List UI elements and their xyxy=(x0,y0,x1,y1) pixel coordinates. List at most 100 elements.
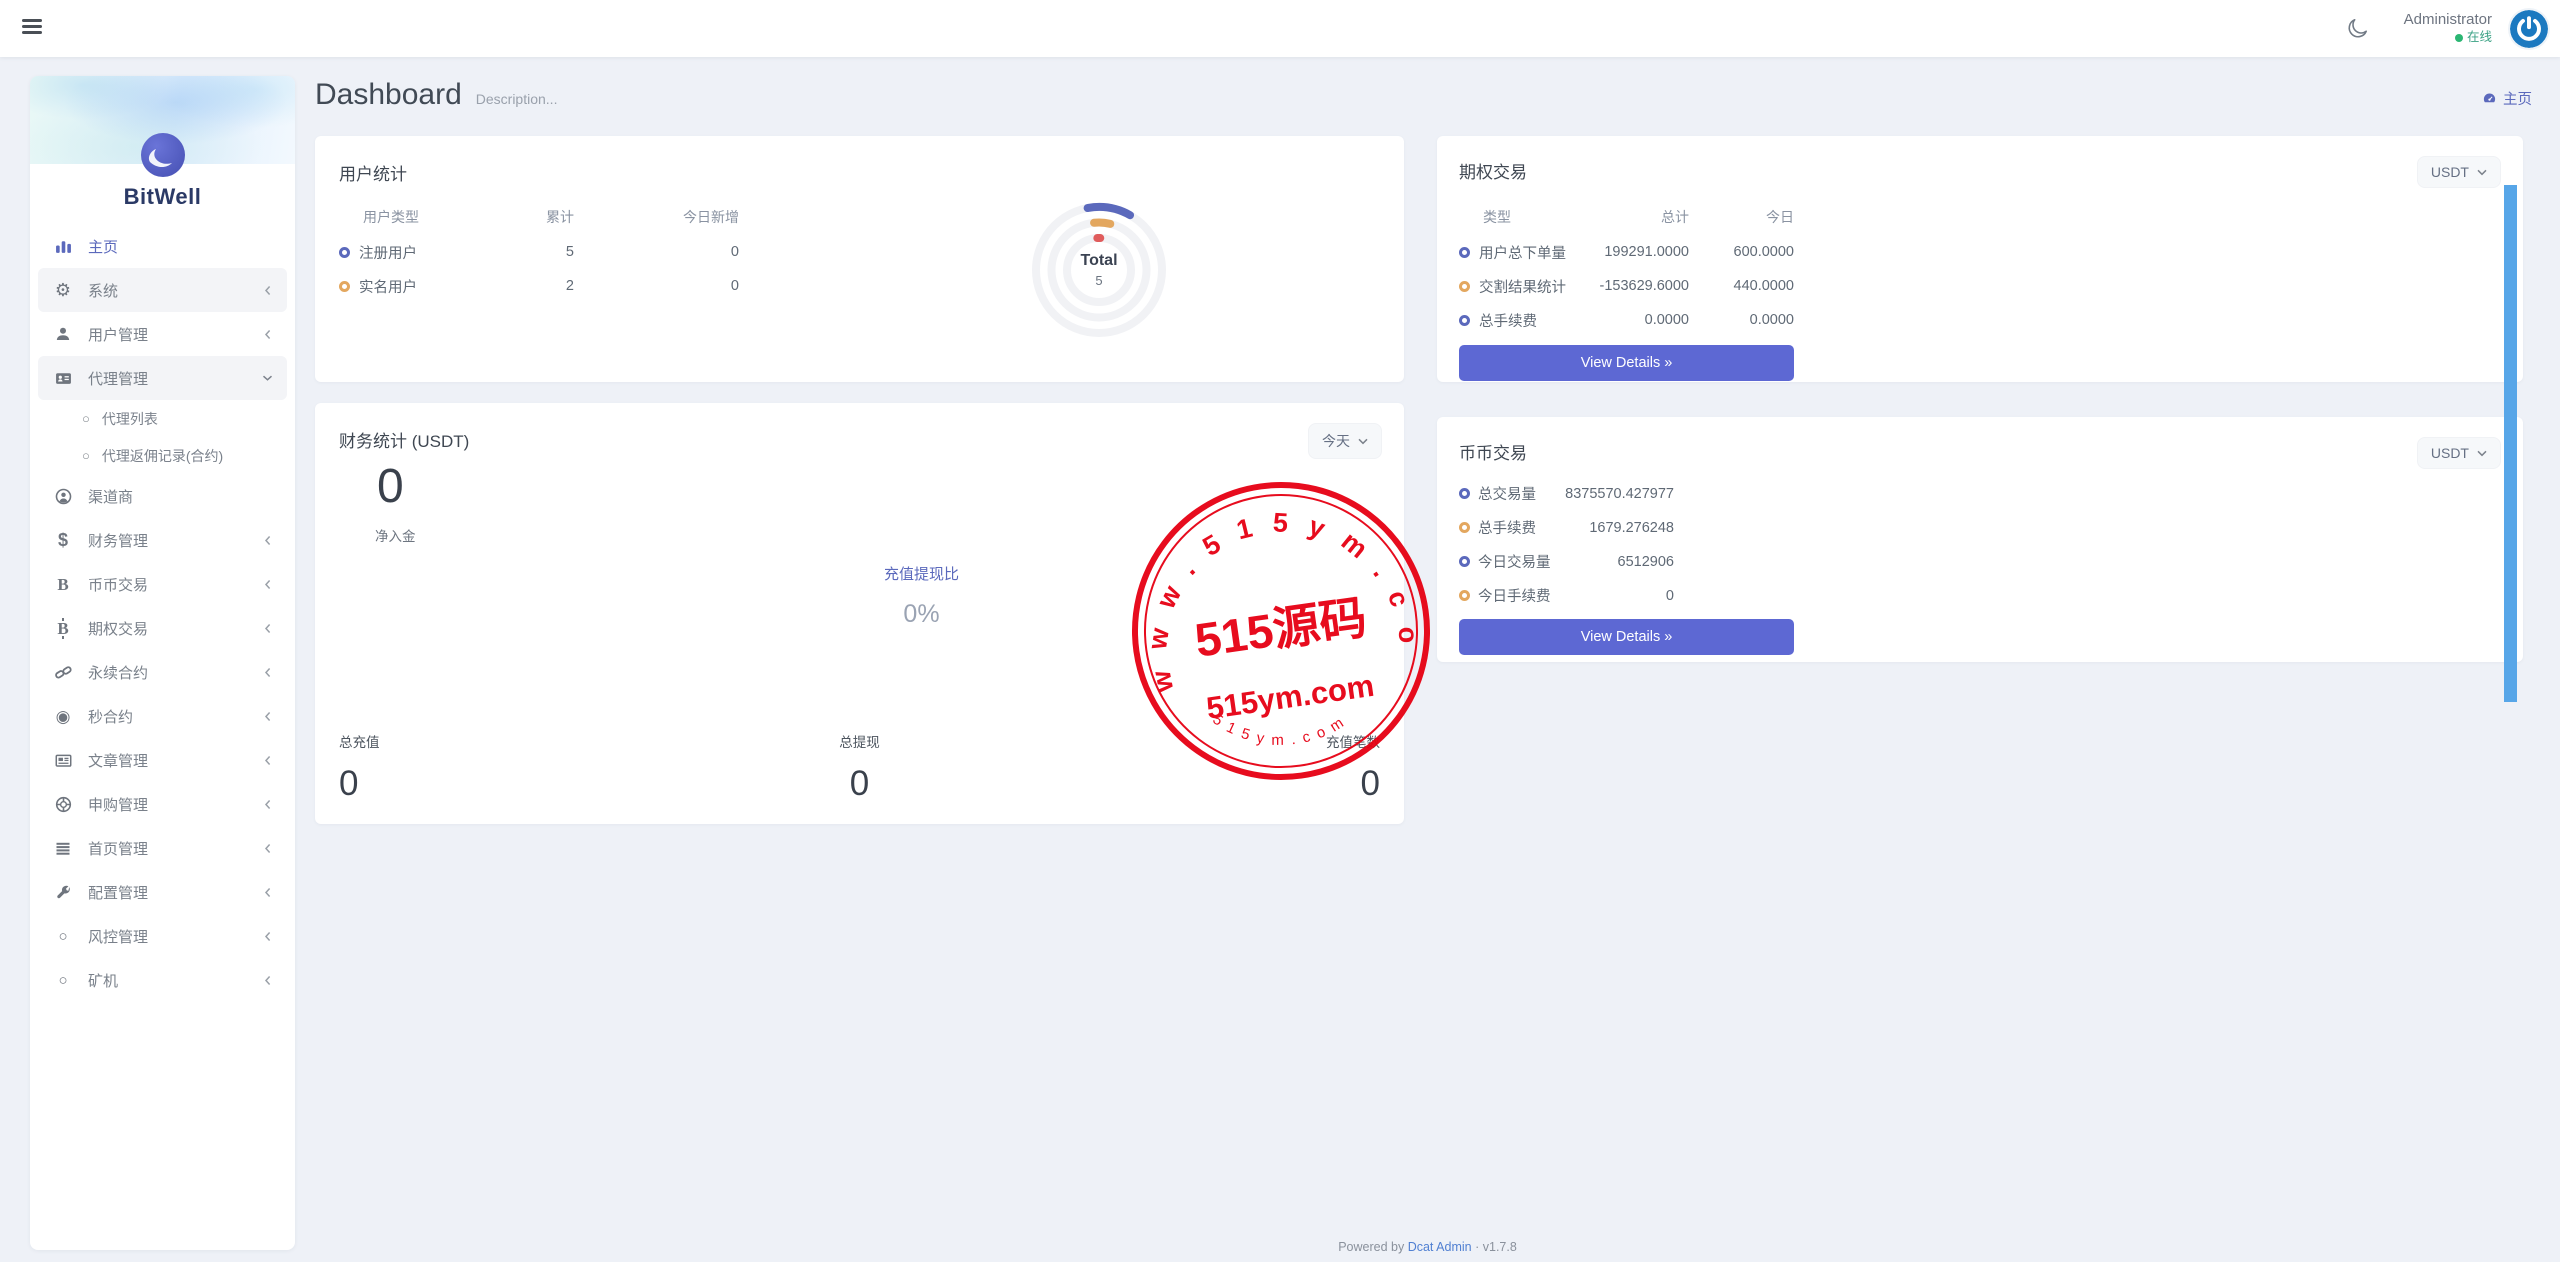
hamburger-menu-icon[interactable] xyxy=(22,19,42,37)
sidebar-item-label: 配置管理 xyxy=(88,882,249,903)
sidebar-subitem-label: 代理返佣记录(合约) xyxy=(102,446,223,466)
sidebar-item-11[interactable]: 申购管理 xyxy=(38,782,287,826)
sidebar-item-14[interactable]: ○风控管理 xyxy=(38,914,287,958)
sidebar-item-label: 用户管理 xyxy=(88,324,249,345)
row-total: 5 xyxy=(459,244,574,260)
chevron-down-icon xyxy=(262,373,273,383)
chevron-left-icon xyxy=(263,711,273,722)
option-trade-title: 期权交易 xyxy=(1459,158,2501,183)
footer: Powered by Dcat Admin · v1.7.8 xyxy=(295,1240,2560,1254)
ratio-label: 充值提现比 xyxy=(377,563,1466,584)
stat-value: 0 xyxy=(339,764,686,804)
option-currency-select[interactable]: USDT xyxy=(2417,156,2501,188)
sidebar-item-8[interactable]: 永续合约 xyxy=(38,650,287,694)
chevron-left-icon xyxy=(263,329,273,340)
donut-total-value: 5 xyxy=(1095,273,1102,288)
coin-view-details-button[interactable]: View Details » xyxy=(1459,619,1794,655)
sidebar-item-3[interactable]: 代理管理 xyxy=(38,356,287,400)
row-value: 1679.276248 xyxy=(1536,520,1674,536)
coin-currency-select[interactable]: USDT xyxy=(2417,437,2501,469)
online-status-label: 在线 xyxy=(2467,30,2492,46)
chevron-left-icon xyxy=(263,931,273,942)
footer-dcat-link[interactable]: Dcat Admin xyxy=(1408,1240,1472,1254)
ratio-value: 0% xyxy=(377,600,1466,629)
page-title: Dashboard xyxy=(315,78,462,112)
marker-circle-icon xyxy=(1459,488,1470,499)
sidebar-item-label: 文章管理 xyxy=(88,750,249,771)
page-header: Dashboard Description... xyxy=(315,78,557,112)
scrollbar-thumb[interactable] xyxy=(2504,185,2517,702)
net-deposit-value: 0 xyxy=(377,459,404,514)
sidebar-item-10[interactable]: 文章管理 xyxy=(38,738,287,782)
chart-bar-icon xyxy=(52,237,74,255)
sidebar-item-5[interactable]: $财务管理 xyxy=(38,518,287,562)
dark-mode-moon-icon[interactable] xyxy=(2346,16,2372,42)
sidebar-item-7[interactable]: B期权交易 xyxy=(38,606,287,650)
sidebar-item-0[interactable]: 主页 xyxy=(38,224,287,268)
row-value: 0 xyxy=(1551,588,1675,604)
page-description: Description... xyxy=(476,91,558,107)
option-trade-row-2: 总手续费0.00000.0000 xyxy=(1459,311,1794,329)
sidebar-item-label: 申购管理 xyxy=(88,794,249,815)
gear-icon: ⚙ xyxy=(52,281,74,299)
coin-trade-row-3: 今日手续费0 xyxy=(1459,586,1674,605)
option-view-details-button[interactable]: View Details » xyxy=(1459,345,1794,381)
footer-version: v1.7.8 xyxy=(1483,1240,1517,1254)
circle-icon: ○ xyxy=(82,412,90,425)
stat-label: 充值笔数 xyxy=(1033,731,1380,751)
chevron-down-icon xyxy=(2477,169,2487,176)
col-header: 今日新增 xyxy=(574,207,739,227)
user-circle-icon xyxy=(52,487,74,505)
chain-icon xyxy=(52,663,74,681)
row-today: 0 xyxy=(574,244,739,260)
sidebar-item-label: 永续合约 xyxy=(88,662,249,683)
sidebar-item-label: 代理管理 xyxy=(88,368,248,389)
coin-trade-row-0: 总交易量8375570.427977 xyxy=(1459,484,1674,503)
breadcrumb-home-label: 主页 xyxy=(2503,88,2532,109)
row-today: 0.0000 xyxy=(1689,312,1794,328)
finance-range-select[interactable]: 今天 xyxy=(1308,423,1382,459)
avatar[interactable] xyxy=(2510,10,2548,48)
sidebar-item-2[interactable]: 用户管理 xyxy=(38,312,287,356)
sidebar-item-label: 期权交易 xyxy=(88,618,249,639)
row-total: -153629.6000 xyxy=(1569,278,1689,294)
col-header: 累计 xyxy=(459,207,574,227)
newspaper-icon xyxy=(52,751,74,769)
sidebar-subitem-3-0[interactable]: ○ 代理列表 xyxy=(38,400,287,437)
chevron-left-icon xyxy=(263,843,273,854)
sidebar-item-label: 财务管理 xyxy=(88,530,249,551)
sidebar-item-1[interactable]: ⚙ 系统 xyxy=(38,268,287,312)
breadcrumb[interactable]: 主页 xyxy=(2482,88,2532,109)
sidebar-item-9[interactable]: ◉秒合约 xyxy=(38,694,287,738)
sidebar-item-6[interactable]: B币币交易 xyxy=(38,562,287,606)
sidebar-subitem-label: 代理列表 xyxy=(102,409,158,429)
stat-label: 总提现 xyxy=(686,731,1033,751)
deposit-withdraw-ratio: 充值提现比 0% xyxy=(377,563,1466,629)
row-label: 总交易量 xyxy=(1478,483,1536,504)
bars-icon xyxy=(52,839,74,857)
chevron-left-icon xyxy=(263,975,273,986)
col-header: 类型 xyxy=(1483,207,1569,227)
row-today: 600.0000 xyxy=(1689,244,1794,260)
chevron-left-icon xyxy=(263,799,273,810)
user-block[interactable]: Administrator 在线 xyxy=(2404,11,2492,45)
sidebar-item-4[interactable]: 渠道商 xyxy=(38,474,287,518)
chevron-left-icon xyxy=(263,755,273,766)
finance-bottom-stats: 总充值0总提现0充值笔数0 xyxy=(339,731,1380,804)
online-dot-icon xyxy=(2455,34,2463,42)
marker-circle-icon xyxy=(1459,556,1470,567)
marker-circle-icon xyxy=(1459,247,1470,258)
sidebar-item-label: 系统 xyxy=(88,280,249,301)
sidebar-subitem-3-1[interactable]: ○代理返佣记录(合约) xyxy=(38,437,287,474)
sidebar-item-15[interactable]: ○矿机 xyxy=(38,958,287,1002)
user-status: 在线 xyxy=(2404,30,2492,46)
brand-logo-icon[interactable] xyxy=(140,132,186,178)
sidebar-item-13[interactable]: 配置管理 xyxy=(38,870,287,914)
row-label: 实名用户 xyxy=(359,276,417,297)
sidebar-item-12[interactable]: 首页管理 xyxy=(38,826,287,870)
sidebar-item-label: 主页 xyxy=(88,236,273,257)
option-trade-row-0: 用户总下单量199291.0000600.0000 xyxy=(1459,243,1794,261)
chevron-left-icon xyxy=(263,535,273,546)
stat-value: 0 xyxy=(1033,764,1380,804)
user-icon xyxy=(52,325,74,343)
